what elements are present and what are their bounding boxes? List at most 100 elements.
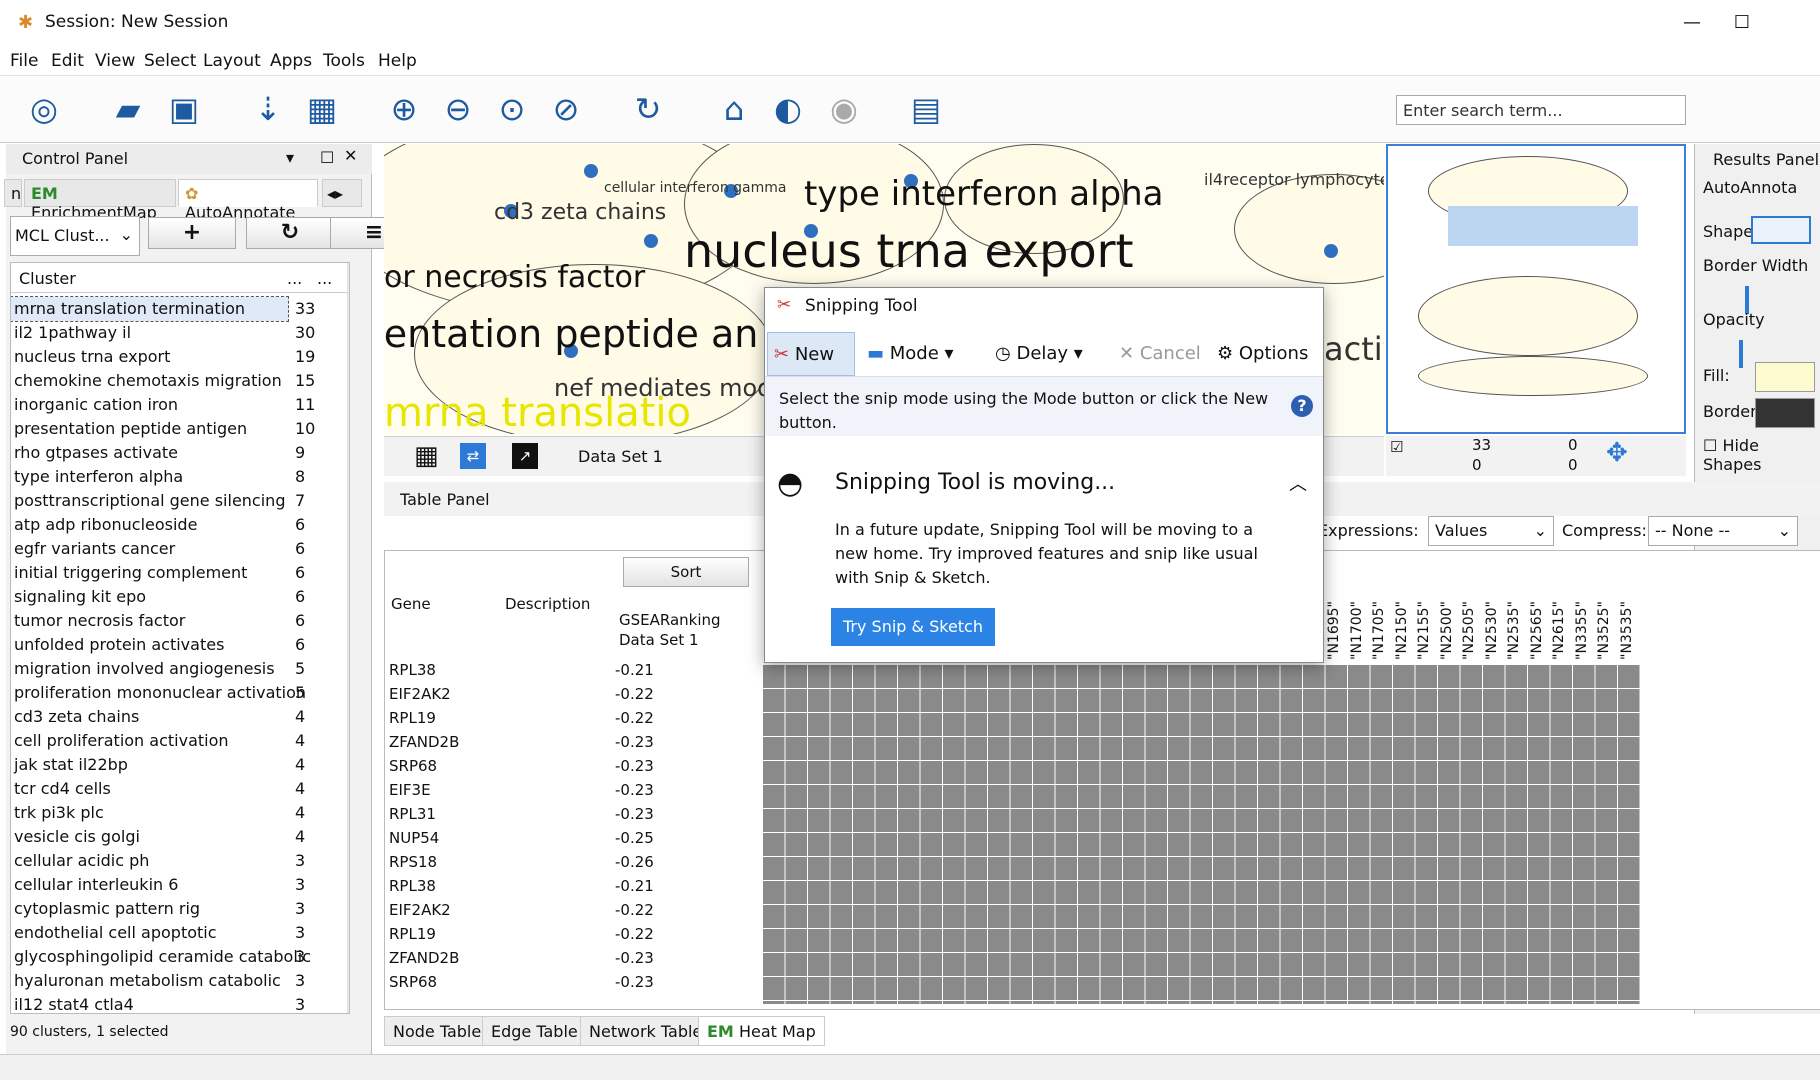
compress-select[interactable]: -- None -- ⌄: [1648, 516, 1798, 546]
add-annotation-button[interactable]: +: [148, 217, 236, 249]
table-row[interactable]: ZFAND2B -0.23: [389, 949, 689, 973]
cluster-row[interactable]: nucleus trna export 19: [11, 345, 315, 369]
tab-heat-map[interactable]: EM Heat Map: [698, 1016, 825, 1046]
network-node[interactable]: [584, 164, 598, 178]
cluster-row[interactable]: unfolded protein activates 6: [11, 633, 311, 657]
close-icon[interactable]: ✕: [344, 146, 357, 165]
cluster-row[interactable]: inorganic cation iron 11: [11, 393, 315, 417]
export-document-icon[interactable]: ▤: [904, 87, 948, 131]
cluster-table[interactable]: Cluster ... ... mrna translation termina…: [10, 262, 350, 1014]
cluster-row[interactable]: presentation peptide antigen 10: [11, 417, 315, 441]
sort-button[interactable]: Sort: [623, 557, 749, 587]
options-button[interactable]: ⚙ Options: [1211, 332, 1314, 376]
tab-node-table[interactable]: Node Table: [384, 1016, 491, 1046]
fill-color-swatch[interactable]: [1755, 362, 1815, 392]
cluster-row[interactable]: cytoplasmic pattern rig 3: [11, 897, 311, 921]
heatmap-column-label[interactable]: "N1695": [1326, 601, 1342, 660]
cluster-row[interactable]: tumor necrosis factor 6: [11, 609, 311, 633]
move-icon[interactable]: ✥: [1606, 438, 1628, 468]
cluster-row[interactable]: jak stat il22bp 4: [11, 753, 311, 777]
heatmap-column-label[interactable]: "N1700": [1349, 601, 1365, 660]
zoom-out-icon[interactable]: ⊖: [436, 87, 480, 131]
refresh-annotation-button[interactable]: ↻: [246, 217, 334, 249]
menu-tools[interactable]: Tools: [323, 51, 365, 71]
heatmap-column-label[interactable]: "N1705": [1371, 601, 1387, 660]
cluster-row[interactable]: type interferon alpha 8: [11, 465, 311, 489]
hide-icon[interactable]: ◐: [766, 87, 810, 131]
cluster-row[interactable]: rho gtpases activate 9: [11, 441, 311, 465]
border-color-swatch[interactable]: [1755, 398, 1815, 428]
float-icon[interactable]: ☐: [320, 148, 334, 167]
checkbox-icon[interactable]: ☑: [1390, 438, 1403, 456]
tab-network-table[interactable]: Network Table: [580, 1016, 712, 1046]
cluster-row[interactable]: atp adp ribonucleoside 6: [11, 513, 311, 537]
cluster-row[interactable]: hyaluronan metabolism catabolic 3: [11, 969, 311, 993]
cluster-row[interactable]: endothelial cell apoptotic 3: [11, 921, 311, 945]
menu-layout[interactable]: Layout: [203, 51, 261, 71]
tab-scroll-arrows[interactable]: ◂▸: [322, 179, 362, 207]
table-row[interactable]: RPL19 -0.22: [389, 925, 689, 949]
table-row[interactable]: NUP54 -0.25: [389, 829, 689, 853]
cluster-row[interactable]: initial triggering complement 6: [11, 561, 311, 585]
cluster-set-select[interactable]: MCL Clust... ⌄: [10, 216, 140, 256]
table-row[interactable]: SRP68 -0.23: [389, 757, 689, 781]
open-folder-icon[interactable]: ▰: [106, 87, 150, 131]
cancel-button[interactable]: ✕ Cancel: [1113, 332, 1207, 376]
column-header-rank[interactable]: GSEARanking: [619, 611, 721, 629]
table-row[interactable]: EIF2AK2 -0.22: [389, 685, 689, 709]
table-row[interactable]: RPL38 -0.21: [389, 877, 689, 901]
cluster-row[interactable]: egfr variants cancer 6: [11, 537, 311, 561]
cluster-row[interactable]: cellular acidic ph 3: [11, 849, 311, 873]
heatmap-column-label[interactable]: "N3525": [1596, 601, 1612, 660]
menu-select[interactable]: Select: [144, 51, 196, 71]
cluster-row[interactable]: proliferation mononuclear activation 5: [11, 681, 311, 705]
expressions-select[interactable]: Values ⌄: [1428, 516, 1554, 546]
share-icon[interactable]: ⇄: [460, 443, 486, 469]
table-row[interactable]: RPL31 -0.23: [389, 805, 689, 829]
help-icon[interactable]: ?: [1291, 395, 1313, 417]
heatmap-column-label[interactable]: "N2535": [1506, 601, 1522, 660]
network-node[interactable]: [644, 234, 658, 248]
heatmap-column-label[interactable]: "N3355": [1574, 601, 1590, 660]
import-table-icon[interactable]: ▦: [300, 87, 344, 131]
delay-button[interactable]: ◷ Delay ▾: [989, 332, 1089, 376]
cluster-row[interactable]: migration involved angiogenesis 5: [11, 657, 311, 681]
import-network-icon[interactable]: ⇣: [246, 87, 290, 131]
heatmap-column-label[interactable]: "N3535": [1619, 601, 1635, 660]
cluster-row[interactable]: il2 1pathway il 30: [11, 321, 315, 345]
table-row[interactable]: EIF3E -0.23: [389, 781, 689, 805]
menu-view[interactable]: View: [95, 51, 135, 71]
menu-apps[interactable]: Apps: [270, 51, 312, 71]
save-icon[interactable]: ▣: [162, 87, 206, 131]
network-node[interactable]: [1324, 244, 1338, 258]
zoom-in-icon[interactable]: ⊕: [382, 87, 426, 131]
hide-shapes-checkbox[interactable]: ☐ Hide Shapes: [1703, 436, 1820, 474]
zoom-fit-icon[interactable]: ⊙: [490, 87, 534, 131]
mode-button[interactable]: ▬ Mode ▾: [861, 332, 960, 376]
table-row[interactable]: RPL19 -0.22: [389, 709, 689, 733]
cluster-row[interactable]: glycosphingolipid ceramide catabolic 3: [11, 945, 311, 969]
table-row[interactable]: RPL38 -0.21: [389, 661, 689, 685]
column-header-3[interactable]: ...: [317, 269, 332, 288]
table-row[interactable]: SRP68 -0.23: [389, 973, 689, 997]
cluster-row[interactable]: il12 stat4 ctla4 3: [11, 993, 311, 1013]
column-header-cluster[interactable]: Cluster: [19, 269, 76, 288]
overview-viewport[interactable]: [1448, 206, 1638, 246]
table-row[interactable]: RPS18 -0.26: [389, 853, 689, 877]
cluster-row[interactable]: cellular interleukin 6 3: [11, 873, 311, 897]
heatmap-column-label[interactable]: "N2150": [1394, 601, 1410, 660]
column-header-gene[interactable]: Gene: [391, 595, 431, 613]
tab-enrichmentmap[interactable]: EM EnrichmentMap: [24, 179, 176, 222]
cluster-row[interactable]: vesicle cis golgi 4: [11, 825, 311, 849]
table-row[interactable]: EIF2AK2 -0.22: [389, 901, 689, 925]
heatmap-column-label[interactable]: "N2505": [1461, 601, 1477, 660]
heatmap-column-label[interactable]: "N2615": [1551, 601, 1567, 660]
grid-icon[interactable]: ▦: [414, 441, 439, 471]
detach-icon[interactable]: ↗: [512, 443, 538, 469]
column-header-description[interactable]: Description: [505, 595, 590, 613]
cluster-row[interactable]: trk pi3k plc 4: [11, 801, 311, 825]
cluster-table-scrollbar[interactable]: [347, 263, 349, 1013]
search-input[interactable]: Enter search term...: [1396, 95, 1686, 125]
minimize-button[interactable]: —: [1672, 8, 1712, 38]
dropdown-icon[interactable]: ▾: [286, 148, 294, 167]
